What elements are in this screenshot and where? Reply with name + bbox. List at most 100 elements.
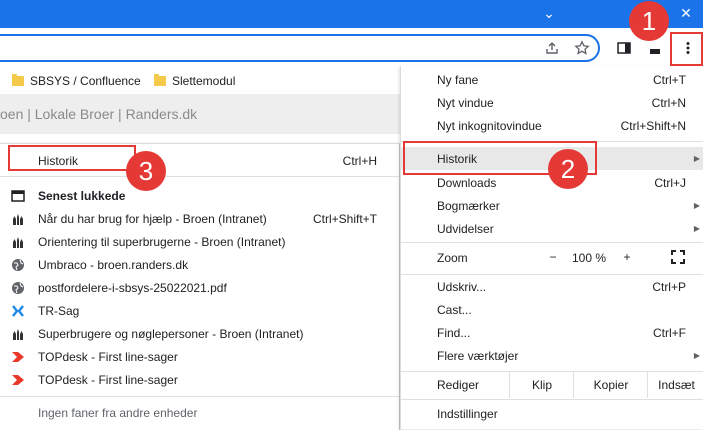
window-title-bar: ⌄ ✕ [0, 0, 703, 28]
menu-item-new-window[interactable]: Nyt vindue Ctrl+N [401, 91, 703, 114]
menu-item-shortcut: Ctrl+P [652, 279, 686, 294]
menu-item-shortcut: Ctrl+N [651, 95, 686, 110]
menu-item-cast[interactable]: Cast... [401, 298, 703, 321]
callout-box-more-options [670, 32, 703, 66]
callout-badge-1: 1 [629, 1, 669, 41]
broen-icon [10, 211, 26, 227]
history-entry-label: postfordelere-i-sbsys-25022021.pdf [38, 280, 227, 295]
callout-badge-2: 2 [548, 149, 588, 189]
share-icon[interactable] [540, 36, 564, 60]
separator [0, 396, 399, 397]
zoom-row: Zoom − 100 % + [401, 244, 703, 272]
history-entry-label: Umbraco - broen.randers.dk [38, 257, 189, 272]
chevron-right-icon: ▶ [693, 224, 700, 233]
address-bar[interactable] [0, 34, 600, 62]
menu-item-shortcut: Ctrl+F [653, 325, 686, 340]
other-devices-label: Ingen faner fra andre enheder [38, 405, 198, 420]
copy-button[interactable]: Kopier [573, 372, 648, 398]
menu-item-label: Downloads [437, 175, 497, 190]
menu-item-label: Bogmærker [437, 198, 500, 213]
menu-item-bookmarks[interactable]: Bogmærker ▶ [401, 194, 703, 217]
folder-icon [154, 74, 166, 86]
page-nav-strip: oen | Lokale Broer | Randers.dk [0, 94, 400, 134]
zoom-level: 100 % [571, 251, 607, 265]
zoom-label: Zoom [437, 251, 468, 265]
menu-item-shortcut: Ctrl+Shift+N [620, 118, 686, 133]
bookmark-sbsys[interactable]: SBSYS / Confluence [12, 72, 141, 90]
history-entry-label: TR-Sag [38, 303, 80, 318]
cut-button[interactable]: Klip [509, 372, 574, 398]
zoom-in-button[interactable]: + [621, 250, 633, 264]
broen-icon [10, 234, 26, 250]
broen-icon [10, 326, 26, 342]
chevron-right-icon: ▶ [693, 201, 700, 210]
history-entry-label: Orientering til superbrugerne - Broen (I… [38, 234, 286, 249]
tr-sag-icon [10, 303, 26, 319]
globe-icon [10, 257, 26, 273]
chevron-down-icon[interactable]: ⌄ [535, 0, 563, 28]
side-panel-icon[interactable] [612, 36, 636, 60]
close-icon[interactable]: ✕ [672, 0, 700, 28]
menu-item-settings[interactable]: Indstillinger [401, 402, 703, 425]
browser-toolbar [0, 28, 703, 69]
menu-item-label: Nyt inkognitovindue [437, 118, 542, 133]
bookmark-label: SBSYS / Confluence [30, 74, 141, 88]
edit-label: Rediger [437, 378, 480, 392]
menu-item-shortcut: Ctrl+J [654, 175, 686, 190]
menu-item-new-tab[interactable]: Ny fane Ctrl+T [401, 68, 703, 91]
history-entry[interactable]: postfordelere-i-sbsys-25022021.pdf [0, 276, 399, 299]
globe-icon [10, 280, 26, 296]
history-entry[interactable]: Superbrugere og nøglepersoner - Broen (I… [0, 322, 399, 345]
edit-row: Rediger Klip Kopier Indsæt [401, 372, 703, 398]
star-icon[interactable] [570, 36, 594, 60]
history-entry[interactable]: Orientering til superbrugerne - Broen (I… [0, 230, 399, 253]
menu-item-label: Flere værktøjer [437, 348, 519, 363]
chevron-right-icon: ▶ [693, 154, 700, 163]
folder-icon [12, 74, 24, 86]
history-entry[interactable]: TOPdesk - First line-sager [0, 368, 399, 391]
separator [401, 242, 703, 243]
zoom-out-button[interactable]: − [547, 250, 559, 264]
menu-item-label: Find... [437, 325, 471, 340]
callout-badge-3: 3 [126, 151, 166, 191]
menu-item-incognito[interactable]: Nyt inkognitovindue Ctrl+Shift+N [401, 114, 703, 137]
tab-icon [10, 188, 26, 204]
history-entry-label: TOPdesk - First line-sager [38, 349, 178, 364]
other-devices-item: Ingen faner fra andre enheder [0, 401, 399, 424]
topdesk-icon [10, 372, 26, 388]
history-entry-label: TOPdesk - First line-sager [38, 372, 178, 387]
menu-item-print[interactable]: Udskriv... Ctrl+P [401, 275, 703, 298]
menu-item-label: Cast... [437, 302, 472, 317]
callout-box-history-submenu [8, 145, 136, 171]
history-entry[interactable]: TR-Sag [0, 299, 399, 322]
menu-item-label: Udvidelser [437, 221, 494, 236]
menu-item-label: Nyt vindue [437, 95, 494, 110]
menu-item-find[interactable]: Find... Ctrl+F [401, 321, 703, 344]
menu-item-label: Ny fane [437, 72, 479, 87]
recently-closed-header: Senest lukkede [0, 184, 399, 207]
separator [401, 399, 703, 400]
history-submenu: Historik Ctrl+H Senest lukkede Når du ha… [0, 143, 400, 430]
menu-item-more-tools[interactable]: Flere værktøjer ▶ [401, 344, 703, 367]
topdesk-icon [10, 349, 26, 365]
recently-closed-label: Senest lukkede [38, 188, 126, 203]
menu-item-shortcut: Ctrl+T [653, 72, 686, 87]
page-breadcrumb: oen | Lokale Broer | Randers.dk [0, 106, 198, 122]
history-entry-shortcut: Ctrl+Shift+T [312, 211, 377, 226]
history-entry[interactable]: Umbraco - broen.randers.dk [0, 253, 399, 276]
browser-main-menu: Ny fane Ctrl+T Nyt vindue Ctrl+N Nyt ink… [400, 66, 703, 429]
menu-item-extensions[interactable]: Udvidelser ▶ [401, 217, 703, 240]
history-shortcut: Ctrl+H [342, 153, 377, 168]
history-entry[interactable]: TOPdesk - First line-sager [0, 345, 399, 368]
menu-item-label: Udskriv... [437, 279, 487, 294]
separator [0, 176, 399, 177]
menu-item-label: Indstillinger [437, 406, 498, 421]
chevron-right-icon: ▶ [693, 351, 700, 360]
paste-button[interactable]: Indsæt [647, 372, 703, 398]
bookmark-label: Slettemodul [172, 74, 236, 88]
history-entry-label: Superbrugere og nøglepersoner - Broen (I… [38, 326, 304, 341]
fullscreen-icon[interactable] [671, 250, 685, 267]
bookmark-slettemodul[interactable]: Slettemodul [154, 72, 235, 90]
history-entry-label: Når du har brug for hjælp - Broen (Intra… [38, 211, 267, 226]
history-entry[interactable]: Når du har brug for hjælp - Broen (Intra… [0, 207, 399, 230]
